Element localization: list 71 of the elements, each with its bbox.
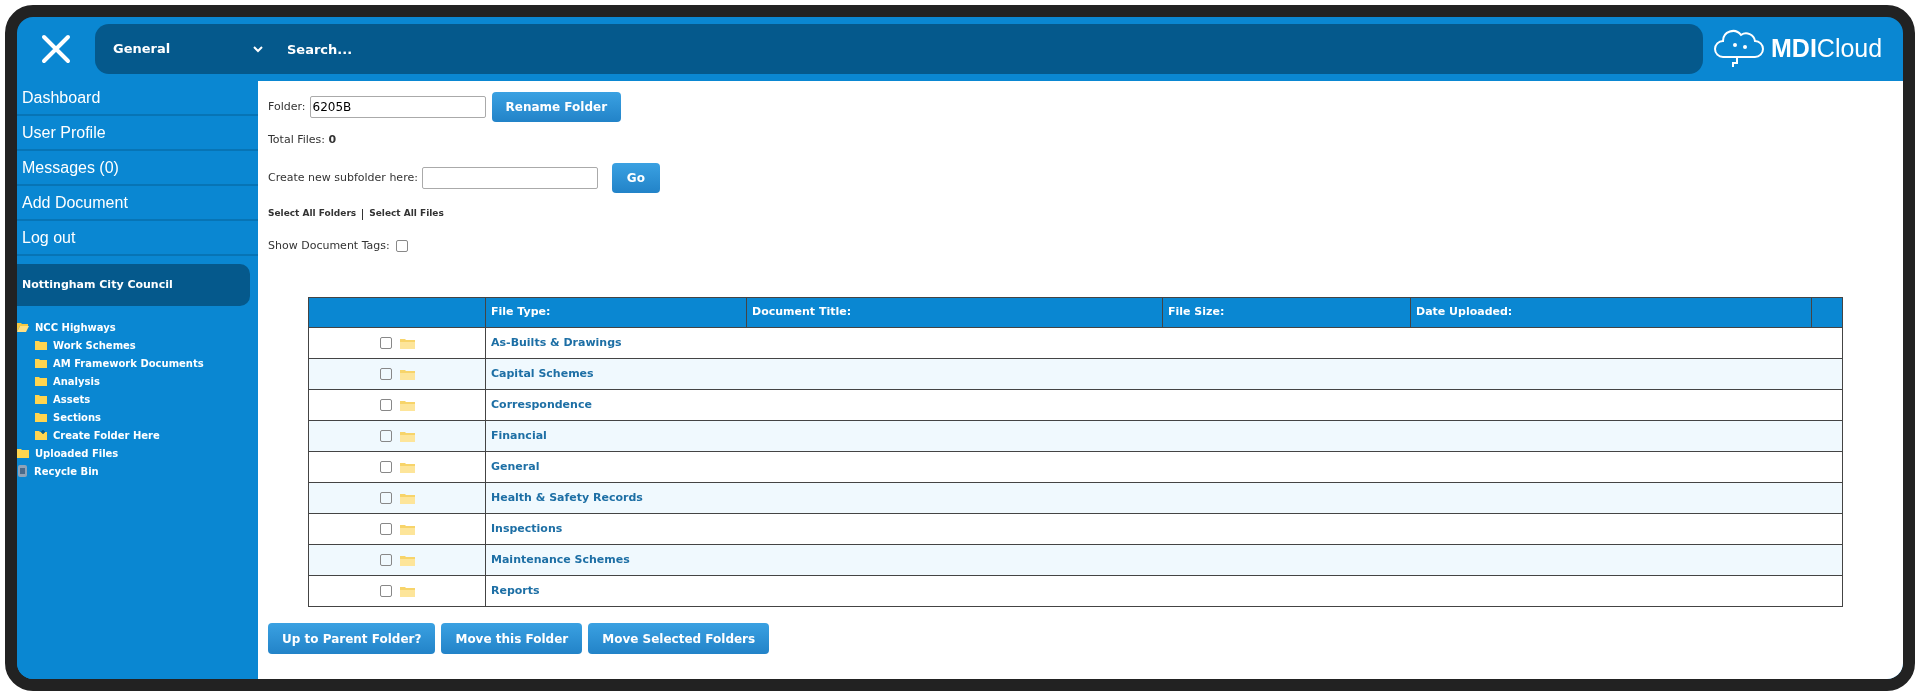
folder-link[interactable]: General xyxy=(491,459,540,473)
logo-text: MDICloud xyxy=(1771,33,1883,65)
folder-icon xyxy=(35,376,47,386)
folder-icon xyxy=(399,492,415,504)
recycle-bin-icon xyxy=(17,465,28,477)
scope-dropdown[interactable]: General xyxy=(95,24,263,74)
rename-folder-button[interactable]: Rename Folder xyxy=(491,92,622,122)
scope-text: General xyxy=(113,40,171,59)
tree-item[interactable]: Recycle Bin xyxy=(17,462,258,480)
folder-icon xyxy=(399,523,415,535)
folder-icon xyxy=(35,412,47,422)
folder-label: Folder: xyxy=(268,98,306,115)
row-checkbox[interactable] xyxy=(379,492,392,504)
folder-link[interactable]: Maintenance Schemes xyxy=(491,552,630,566)
subfolder-label: Create new subfolder here: xyxy=(268,169,418,186)
show-tags-label: Show Document Tags: xyxy=(268,237,390,254)
row-checkbox[interactable] xyxy=(379,585,392,597)
folder-icon xyxy=(399,337,415,349)
organisation-header: Nottingham City Council xyxy=(17,264,250,306)
folder-icon xyxy=(399,430,415,442)
folder-icon xyxy=(399,461,415,473)
folder-action-button[interactable]: Move Selected Folders xyxy=(588,623,770,654)
total-files-text: Total Files: 0 xyxy=(268,131,337,148)
row-checkbox[interactable] xyxy=(379,337,392,349)
row-checkbox[interactable] xyxy=(379,368,392,380)
folder-link[interactable]: Inspections xyxy=(491,521,563,535)
folder-icon xyxy=(399,585,415,597)
row-checkbox[interactable] xyxy=(379,430,392,442)
chevron-down-icon xyxy=(253,45,263,53)
select-link[interactable]: Select All Folders xyxy=(268,207,357,221)
folder-link[interactable]: Financial xyxy=(491,428,547,442)
select-link[interactable]: Select All Files xyxy=(369,207,444,221)
column-header: Date Uploaded: xyxy=(1410,297,1812,328)
subfolder-name-field[interactable] xyxy=(421,167,598,189)
cloud-icon xyxy=(1713,29,1765,69)
folder-link[interactable]: Reports xyxy=(491,583,540,597)
folder-link[interactable]: Correspondence xyxy=(491,397,592,411)
tree-item[interactable]: AM Framework Documents xyxy=(17,354,258,372)
show-tags-checkbox[interactable] xyxy=(395,240,408,252)
row-checkbox[interactable] xyxy=(379,461,392,473)
column-header: File Type: xyxy=(485,297,747,328)
row-checkbox[interactable] xyxy=(379,554,392,566)
folder-action-button[interactable]: Move this Folder xyxy=(441,623,583,654)
new-folder-icon xyxy=(35,430,47,440)
folder-icon xyxy=(399,368,415,380)
row-checkbox[interactable] xyxy=(379,399,392,411)
close-icon[interactable] xyxy=(41,34,71,64)
folder-link[interactable]: As-Builts & Drawings xyxy=(491,335,622,349)
folder-icon xyxy=(35,340,47,350)
tree-item[interactable]: Create Folder Here xyxy=(17,426,258,444)
folder-icon xyxy=(35,358,47,368)
folder-action-button[interactable]: Up to Parent Folder? xyxy=(268,623,436,654)
open-folder-icon xyxy=(17,322,29,332)
row-checkbox[interactable] xyxy=(379,523,392,535)
tree-item[interactable]: Uploaded Files xyxy=(17,444,258,462)
column-header: Document Title: xyxy=(746,297,1163,328)
search-field[interactable]: Search... xyxy=(263,24,1703,74)
tree-item[interactable]: Work Schemes xyxy=(17,336,258,354)
folder-name-field[interactable]: 6205B xyxy=(309,96,486,118)
folder-icon xyxy=(17,448,29,458)
folder-icon xyxy=(35,394,47,404)
folder-link[interactable]: Health & Safety Records xyxy=(491,490,643,504)
tree-item[interactable]: Analysis xyxy=(17,372,258,390)
folder-link[interactable]: Capital Schemes xyxy=(491,366,594,380)
column-header: File Size: xyxy=(1162,297,1411,328)
folder-icon xyxy=(399,554,415,566)
tree-item[interactable]: Sections xyxy=(17,408,258,426)
folder-icon xyxy=(399,399,415,411)
tree-item[interactable]: NCC Highways xyxy=(17,318,258,336)
tree-item[interactable]: Assets xyxy=(17,390,258,408)
go-button[interactable]: Go xyxy=(611,163,660,193)
